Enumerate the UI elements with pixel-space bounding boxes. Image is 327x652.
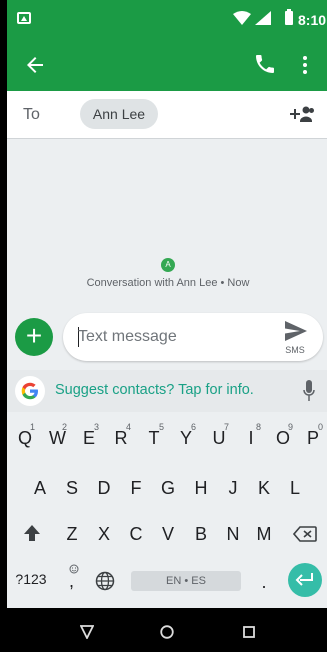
arrow-back-icon[interactable] bbox=[23, 53, 47, 77]
message-field-container: SMS bbox=[63, 313, 323, 361]
key-e[interactable]: E3 bbox=[81, 422, 99, 449]
key-n[interactable]: N bbox=[225, 524, 241, 545]
key-d[interactable]: D bbox=[96, 478, 112, 499]
globe-icon[interactable] bbox=[95, 571, 115, 591]
key-x[interactable]: X bbox=[96, 524, 112, 545]
key-k[interactable]: K bbox=[256, 478, 272, 499]
key-a[interactable]: A bbox=[32, 478, 48, 499]
home-circle-icon[interactable] bbox=[160, 625, 174, 639]
suggestion-text[interactable]: Suggest contacts? Tap for info. bbox=[55, 382, 254, 398]
compose-bar: + SMS bbox=[7, 311, 327, 367]
send-sms-label: SMS bbox=[285, 345, 305, 355]
to-label: To bbox=[23, 106, 40, 123]
key-l[interactable]: L bbox=[287, 478, 303, 499]
message-input[interactable] bbox=[78, 325, 268, 349]
return-icon bbox=[295, 573, 313, 586]
key-p[interactable]: P0 bbox=[305, 422, 323, 449]
comma-label: , bbox=[69, 571, 75, 591]
google-logo-icon[interactable] bbox=[15, 376, 45, 406]
phone-icon[interactable] bbox=[253, 52, 277, 76]
key-s[interactable]: S bbox=[64, 478, 80, 499]
suggestion-bar[interactable]: Suggest contacts? Tap for info. bbox=[7, 370, 327, 412]
status-time: 8:10 bbox=[298, 12, 327, 28]
key-o[interactable]: O9 bbox=[275, 422, 293, 449]
key-j[interactable]: J bbox=[225, 478, 241, 499]
image-notification-icon bbox=[17, 12, 31, 24]
key-y[interactable]: Y6 bbox=[178, 422, 196, 449]
enter-button[interactable] bbox=[288, 563, 322, 597]
send-icon bbox=[285, 321, 307, 341]
contact-avatar: A bbox=[161, 258, 175, 272]
period-key[interactable]: . bbox=[259, 572, 269, 593]
messaging-screen: 8:10 To Ann Lee A Conversation with Ann … bbox=[7, 0, 327, 652]
conversation-info: Conversation with Ann Lee • Now bbox=[86, 277, 250, 289]
key-r[interactable]: R4 bbox=[113, 422, 132, 449]
soft-keyboard: Q1 W2 E3 R4 T5 Y6 U7 I8 O9 P0 A S D F G … bbox=[7, 412, 327, 608]
more-vert-icon[interactable] bbox=[301, 53, 309, 77]
symbols-key[interactable]: ?123 bbox=[13, 571, 49, 587]
navigation-bar bbox=[7, 608, 327, 652]
conversation-area: A Conversation with Ann Lee • Now bbox=[7, 139, 327, 311]
back-triangle-icon[interactable] bbox=[80, 625, 94, 639]
key-q[interactable]: Q1 bbox=[17, 422, 35, 449]
key-c[interactable]: C bbox=[128, 524, 144, 545]
send-button[interactable]: SMS bbox=[279, 320, 311, 358]
key-g[interactable]: G bbox=[160, 478, 176, 499]
key-h[interactable]: H bbox=[193, 478, 209, 499]
wifi-icon bbox=[233, 11, 251, 25]
recents-square-icon[interactable] bbox=[243, 626, 255, 638]
app-toolbar bbox=[7, 39, 327, 91]
key-b[interactable]: B bbox=[193, 524, 209, 545]
key-w[interactable]: W2 bbox=[49, 422, 67, 449]
attach-button[interactable]: + bbox=[15, 318, 53, 356]
shift-icon[interactable] bbox=[23, 524, 41, 542]
recipient-bar: To Ann Lee bbox=[7, 91, 327, 139]
signal-icon bbox=[255, 11, 271, 25]
key-z[interactable]: Z bbox=[64, 524, 80, 545]
key-u[interactable]: U7 bbox=[211, 422, 230, 449]
status-bar: 8:10 bbox=[7, 0, 327, 39]
group-add-icon[interactable] bbox=[289, 104, 315, 124]
comma-emoji-key[interactable]: , bbox=[63, 564, 83, 594]
key-f[interactable]: F bbox=[128, 478, 144, 499]
key-m[interactable]: M bbox=[256, 524, 272, 545]
key-i[interactable]: I8 bbox=[243, 422, 261, 449]
backspace-icon[interactable] bbox=[293, 526, 317, 542]
recipient-chip[interactable]: Ann Lee bbox=[80, 99, 158, 129]
key-t[interactable]: T5 bbox=[146, 422, 165, 449]
space-bar[interactable]: EN • ES bbox=[131, 571, 241, 591]
battery-icon bbox=[285, 9, 293, 25]
microphone-icon[interactable] bbox=[303, 380, 315, 402]
key-v[interactable]: V bbox=[160, 524, 176, 545]
